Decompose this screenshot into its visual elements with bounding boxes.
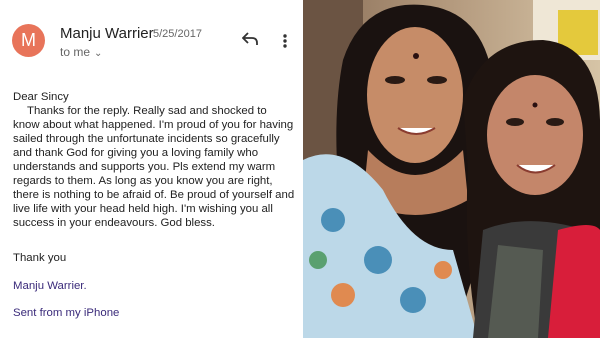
email-closing: Thank you	[13, 252, 67, 264]
email-signature: Manju Warrier.	[13, 280, 87, 292]
email-greeting: Dear Sincy	[13, 91, 69, 103]
chevron-down-icon[interactable]: ⌄	[94, 48, 102, 59]
email-date: 5/25/2017	[153, 28, 202, 40]
email-paragraph: Thanks for the reply. Really sad and sho…	[13, 105, 295, 229]
reply-icon[interactable]	[242, 32, 258, 46]
recipient-label: to me	[60, 45, 91, 59]
more-vert-icon[interactable]	[283, 34, 287, 48]
recipient-toggle[interactable]: to me ⌄	[60, 45, 102, 59]
email-panel: M Manju Warrier 5/25/2017 to me ⌄ Dear Si…	[0, 0, 302, 338]
sender-name: Manju Warrier	[60, 25, 154, 42]
selfie-photo	[303, 0, 600, 338]
sender-avatar[interactable]: M	[12, 24, 45, 57]
email-footer: Sent from my iPhone	[13, 307, 120, 319]
email-body: Dear Sincy Thanks for the reply. Really …	[13, 90, 295, 230]
